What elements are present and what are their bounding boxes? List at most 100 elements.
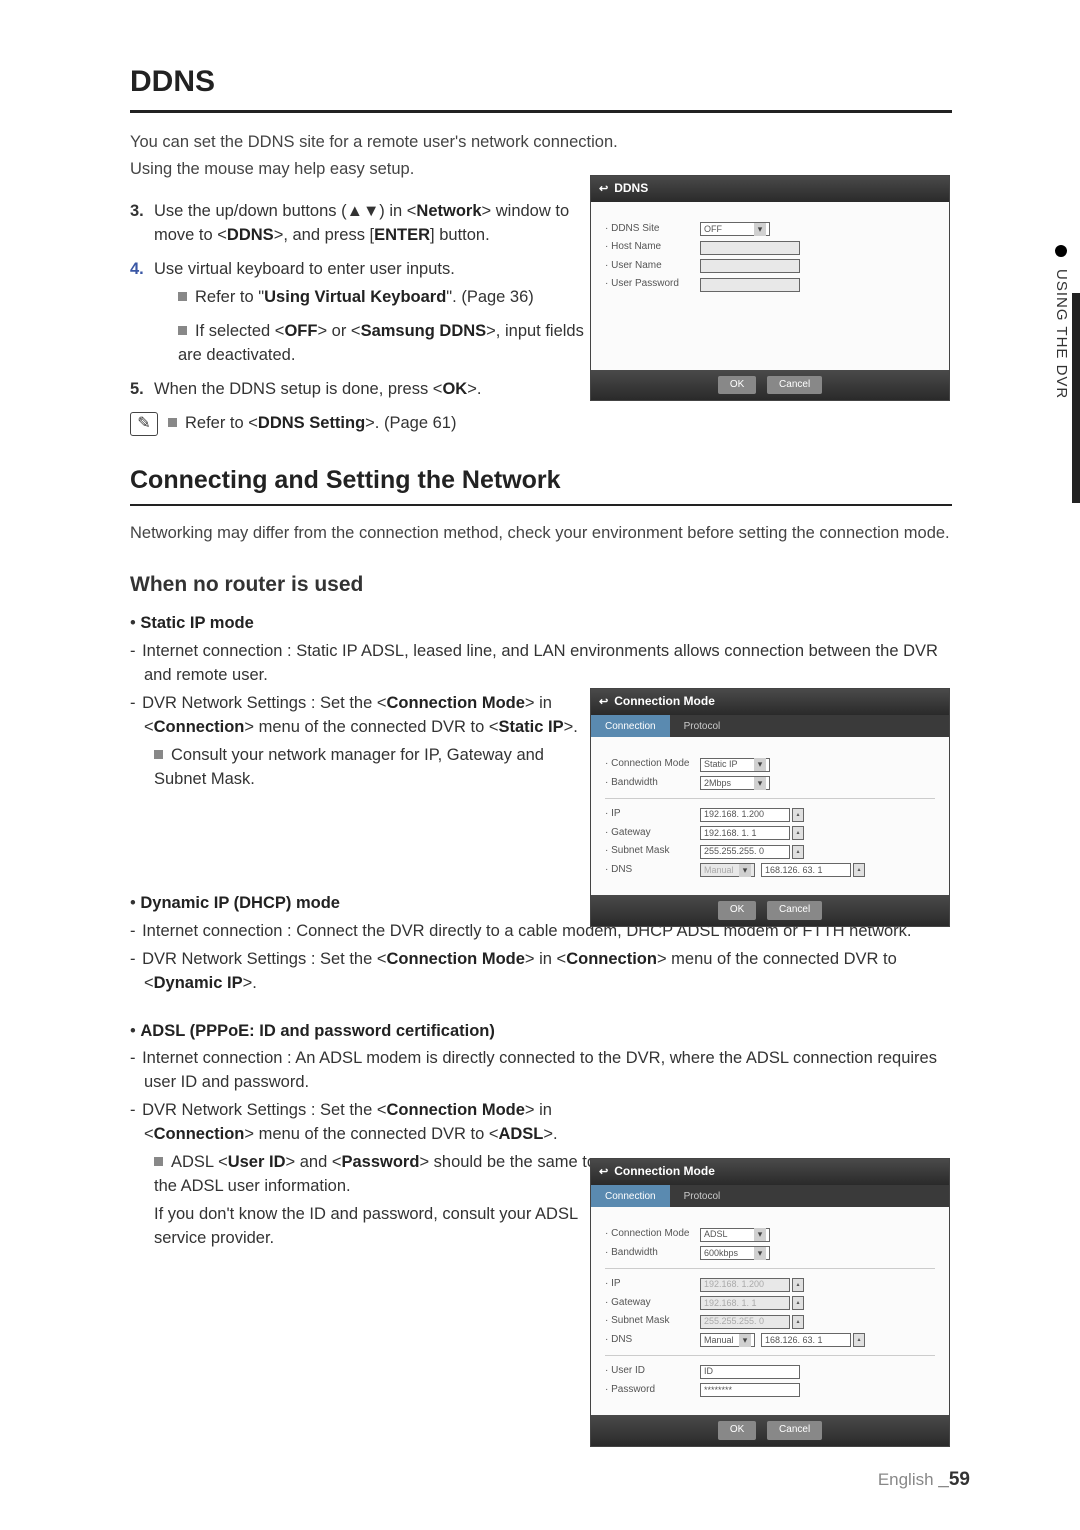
stepper-icon[interactable]: [792, 845, 804, 859]
gateway-input[interactable]: 192.168. 1. 1: [700, 826, 790, 840]
user-name-input[interactable]: [700, 259, 800, 273]
page-footer: English _59: [878, 1466, 970, 1494]
subnet-input: 255.255.255. 0: [700, 1315, 790, 1329]
square-bullet-icon: [178, 326, 187, 335]
stepper-icon: [792, 1296, 804, 1310]
dns-input[interactable]: 168.126. 63. 1: [761, 863, 851, 877]
fig-row: · Password********: [605, 1383, 935, 1398]
fig-row: · Subnet Mask255.255.255. 0: [605, 844, 935, 859]
bandwidth-select[interactable]: 2Mbps: [700, 776, 770, 790]
ip-input: 192.168. 1.200: [700, 1278, 790, 1292]
adsl-sub-1: ADSL <User ID> and <Password> should be …: [154, 1151, 600, 1251]
steps-list: 3. Use the up/down buttons (▲▼) in <Netw…: [130, 200, 610, 401]
dhcp-line2: DVR Network Settings : Set the <Connecti…: [130, 948, 952, 996]
stepper-icon: [792, 1278, 804, 1292]
user-password-input[interactable]: [700, 278, 800, 292]
adsl-line1: Internet connection : An ADSL modem is d…: [130, 1047, 952, 1095]
fig-body: · Connection ModeADSL · Bandwidth600kbps…: [591, 1207, 949, 1415]
square-bullet-icon: [154, 1157, 163, 1166]
fig-footer: OK Cancel: [591, 1415, 949, 1446]
figure-conn-adsl: Connection Mode Connection Protocol · Co…: [590, 1158, 950, 1447]
square-bullet-icon: [178, 292, 187, 301]
footer-lang: English: [878, 1470, 938, 1489]
fig-ddns-body: · DDNS SiteOFF · Host Name · User Name ·…: [591, 202, 949, 370]
userid-input[interactable]: ID: [700, 1365, 800, 1379]
fig-conn-title: Connection Mode: [591, 1159, 949, 1185]
static-line2: DVR Network Settings : Set the <Connecti…: [130, 692, 600, 740]
dns-input[interactable]: 168.126. 63. 1: [761, 1333, 851, 1347]
ok-button[interactable]: OK: [718, 1421, 756, 1440]
fig-conn-title: Connection Mode: [591, 689, 949, 715]
step-4-subs: Refer to "Using Virtual Keyboard". (Page…: [154, 286, 610, 368]
host-name-input[interactable]: [700, 241, 800, 255]
fig-footer: OK Cancel: [591, 895, 949, 926]
note-text: Refer to <DDNS Setting>. (Page 61): [168, 412, 456, 436]
adsl-subs: ADSL <User ID> and <Password> should be …: [130, 1151, 600, 1251]
ok-button[interactable]: OK: [718, 376, 756, 395]
fig-row: · Bandwidth2Mbps: [605, 776, 935, 791]
cancel-button[interactable]: Cancel: [767, 1421, 822, 1440]
bandwidth-select[interactable]: 600kbps: [700, 1246, 770, 1260]
step-4-sub-2: If selected <OFF> or <Samsung DDNS>, inp…: [178, 320, 610, 368]
steps-column: 3. Use the up/down buttons (▲▼) in <Netw…: [130, 200, 610, 435]
static-line1: Internet connection : Static IP ADSL, le…: [130, 640, 952, 688]
stepper-icon[interactable]: [792, 826, 804, 840]
tab-protocol[interactable]: Protocol: [670, 715, 735, 738]
step-3: 3. Use the up/down buttons (▲▼) in <Netw…: [130, 200, 610, 248]
step-5-text: When the DDNS setup is done, press <OK>.: [154, 380, 481, 398]
ok-button[interactable]: OK: [718, 901, 756, 920]
fig-body: · Connection ModeStatic IP · Bandwidth2M…: [591, 737, 949, 895]
fig-row: · Bandwidth600kbps: [605, 1246, 935, 1261]
step-3-text: Use the up/down buttons (▲▼) in <Network…: [154, 202, 569, 244]
heading-connecting: Connecting and Setting the Network: [130, 462, 952, 506]
step-4-text: Use virtual keyboard to enter user input…: [154, 260, 455, 278]
cancel-button[interactable]: Cancel: [767, 376, 822, 395]
net-intro: Networking may differ from the connectio…: [130, 522, 952, 546]
note-box: Refer to <DDNS Setting>. (Page 61): [130, 412, 610, 436]
stepper-icon[interactable]: [853, 863, 865, 877]
cancel-button[interactable]: Cancel: [767, 901, 822, 920]
tab-connection[interactable]: Connection: [591, 1185, 670, 1208]
step-5: 5. When the DDNS setup is done, press <O…: [130, 378, 610, 402]
subnet-input[interactable]: 255.255.255. 0: [700, 845, 790, 859]
fig-row: · Subnet Mask255.255.255. 0: [605, 1314, 935, 1329]
stepper-icon[interactable]: [792, 808, 804, 822]
fig-tabs: Connection Protocol: [591, 1185, 949, 1208]
step-5-num: 5.: [130, 378, 144, 402]
back-icon: [599, 693, 608, 711]
back-icon: [599, 1163, 608, 1181]
fig-row: · DNSManual168.126. 63. 1: [605, 863, 935, 878]
conn-mode-select[interactable]: Static IP: [700, 758, 770, 772]
page-content: DDNS You can set the DDNS site for a rem…: [0, 0, 1080, 1301]
separator: [605, 798, 935, 799]
ip-input[interactable]: 192.168. 1.200: [700, 808, 790, 822]
step-4: 4. Use virtual keyboard to enter user in…: [130, 258, 610, 368]
dns-mode-select[interactable]: Manual: [700, 1333, 755, 1347]
adsl-title: ADSL (PPPoE: ID and password certificati…: [130, 1020, 970, 1044]
footer-page: _59: [938, 1469, 970, 1490]
fig-row: · IP192.168. 1.200: [605, 1277, 935, 1292]
separator: [605, 1355, 935, 1356]
fig-row: · Gateway192.168. 1. 1: [605, 1296, 935, 1311]
password-input[interactable]: ********: [700, 1383, 800, 1397]
static-sub-1: Consult your network manager for IP, Gat…: [154, 744, 600, 792]
stepper-icon[interactable]: [853, 1333, 865, 1347]
tab-connection[interactable]: Connection: [591, 715, 670, 738]
fig-row: · User IDID: [605, 1364, 935, 1379]
fig-row: · User Password: [605, 277, 935, 292]
fig-row: · DNSManual168.126. 63. 1: [605, 1333, 935, 1348]
adsl-sub-2: If you don't know the ID and password, c…: [154, 1203, 600, 1251]
fig-row: · IP192.168. 1.200: [605, 807, 935, 822]
square-bullet-icon: [154, 750, 163, 759]
tab-protocol[interactable]: Protocol: [670, 1185, 735, 1208]
fig-ddns-title: DDNS: [591, 176, 949, 202]
ddns-site-select[interactable]: OFF: [700, 222, 770, 236]
fig-row: · Host Name: [605, 240, 935, 255]
conn-mode-select[interactable]: ADSL: [700, 1228, 770, 1242]
static-sub: Consult your network manager for IP, Gat…: [130, 744, 600, 792]
dns-mode-select[interactable]: Manual: [700, 863, 755, 877]
heading-ddns: DDNS: [130, 60, 952, 113]
back-icon: [599, 180, 608, 198]
fig-row: · DDNS SiteOFF: [605, 222, 935, 237]
step-4-num: 4.: [130, 258, 144, 282]
